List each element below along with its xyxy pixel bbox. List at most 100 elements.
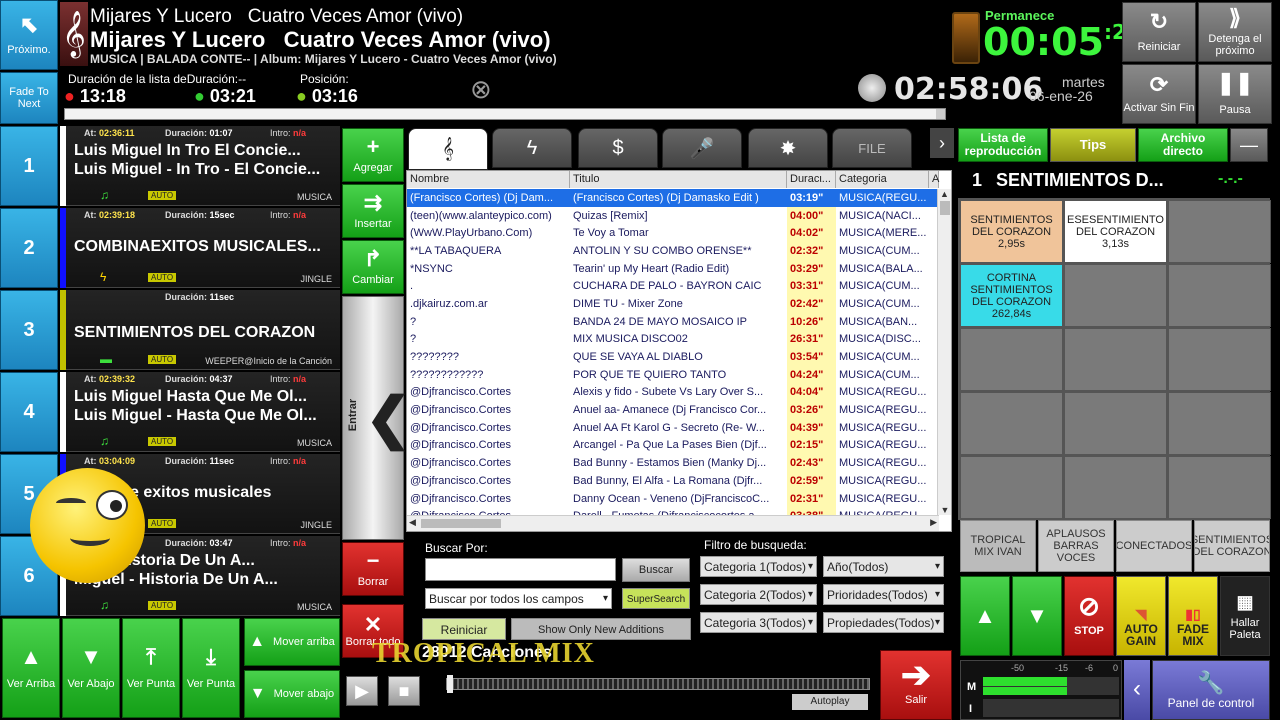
collapse-button[interactable]: ‹ bbox=[1124, 660, 1150, 720]
col-header-year[interactable]: A bbox=[929, 171, 939, 188]
archive-button[interactable]: Archivo directo bbox=[1138, 128, 1228, 162]
palette-button[interactable]: ▦ Hallar Paleta bbox=[1220, 576, 1270, 656]
supersearch-button[interactable]: SuperSearch bbox=[622, 588, 690, 609]
playlist-button[interactable]: Lista de reproducción bbox=[958, 128, 1048, 162]
play-button[interactable]: ▶ bbox=[346, 676, 378, 706]
stop-player-button[interactable]: ■ bbox=[388, 676, 420, 706]
playlist-slot[interactable]: At: 02:36:11 Duración: 01:07 Intro: n/a Lui… bbox=[60, 126, 340, 206]
library-row[interactable]: @Djfrancisco.Cortes Bad Bunny, El Alfa - … bbox=[407, 472, 939, 490]
vertical-scrollbar[interactable]: ▲ ▼ bbox=[937, 189, 951, 515]
cart-slot[interactable] bbox=[1168, 264, 1271, 327]
slot-number-3[interactable]: 3 bbox=[0, 290, 58, 370]
library-row[interactable]: @Djfrancisco.Cortes Anuel aa- Amanece (Dj… bbox=[407, 401, 939, 419]
music-tab[interactable]: 𝄞 bbox=[408, 128, 488, 170]
cart-slot[interactable] bbox=[1064, 264, 1167, 327]
cart-slot[interactable] bbox=[1064, 392, 1167, 455]
category2-select[interactable]: Categoria 2(Todos) bbox=[700, 584, 817, 605]
cart-down-button[interactable]: ▼ bbox=[1012, 576, 1062, 656]
playlist-slot[interactable]: At: 02:39:18 Duración: 15sec Intro: n/a COM… bbox=[60, 208, 340, 288]
category3-select[interactable]: Categoria 3(Todos) bbox=[700, 612, 817, 633]
library-row[interactable]: .djkairuz.com.ar DIME TU - Mixer Zone 02:4… bbox=[407, 295, 939, 313]
change-button[interactable]: ↱ Cambiar bbox=[342, 240, 404, 294]
fademix-button[interactable]: ▮▯ FADE MIX bbox=[1168, 576, 1218, 656]
voice-tab[interactable]: 🎤 bbox=[662, 128, 742, 168]
col-header-title[interactable]: Titulo bbox=[570, 171, 787, 188]
horizontal-scrollbar[interactable]: ◀ ▶ bbox=[407, 515, 939, 531]
view-bottom-button[interactable]: ⤓ Ver Punta bbox=[182, 618, 240, 718]
exit-button[interactable]: ➔ Salir bbox=[880, 650, 952, 720]
control-panel-button[interactable]: 🔧 Panel de control bbox=[1152, 660, 1270, 720]
cart-slot[interactable] bbox=[960, 456, 1063, 519]
cart-slot[interactable]: CORTINA SENTIMIENTOS DEL CORAZON 262,84s bbox=[960, 264, 1063, 327]
next-button[interactable]: ⬉ Próximo. bbox=[0, 0, 58, 70]
col-header-category[interactable]: Categoria bbox=[836, 171, 929, 188]
search-input[interactable] bbox=[425, 558, 616, 581]
cart-page-tab[interactable]: APLAUSOS BARRAS VOCES bbox=[1038, 520, 1114, 572]
effects-tab[interactable]: ✸ bbox=[748, 128, 828, 168]
library-row[interactable]: ? MIX MUSICA DISCO02 26:31" MUSICA(DISC... bbox=[407, 330, 939, 349]
seek-slider[interactable] bbox=[446, 675, 870, 693]
move-down-button[interactable]: ▼ Mover abajo bbox=[244, 670, 340, 718]
enter-button[interactable]: Entrar ❮ bbox=[342, 296, 412, 540]
slot-number-1[interactable]: 1 bbox=[0, 126, 58, 206]
properties-select[interactable]: Propiedades(Todos) bbox=[823, 612, 944, 633]
cart-slot[interactable] bbox=[960, 328, 1063, 391]
commercial-tab[interactable]: $ bbox=[578, 128, 658, 168]
search-mode-select[interactable]: Buscar por todos los campos bbox=[425, 588, 612, 609]
restart-search-button[interactable]: Reiniciar bbox=[422, 618, 506, 640]
col-header-name[interactable]: Nombre bbox=[407, 171, 570, 188]
autogain-button[interactable]: ◥ AUTO GAIN bbox=[1116, 576, 1166, 656]
library-row[interactable]: . CUCHARA DE PALO - BAYRON CAIC 03:31" MUSI… bbox=[407, 277, 939, 296]
move-up-button[interactable]: ▲ Mover arriba bbox=[244, 618, 340, 666]
library-row[interactable]: (Francisco Cortes) (Dj Dam... (Francisco … bbox=[407, 189, 939, 207]
view-up-button[interactable]: ▲ Ver Arriba bbox=[2, 618, 60, 718]
cart-page-tab[interactable]: TROPICAL MIX IVAN bbox=[960, 520, 1036, 572]
library-row[interactable]: (teen)(www.alanteypico.com) Quizas [Remix… bbox=[407, 206, 939, 225]
file-tab[interactable]: FILE bbox=[832, 128, 912, 168]
library-row[interactable]: ? BANDA 24 DE MAYO MOSAICO IP 10:26" MUSICA… bbox=[407, 312, 939, 331]
col-header-duration[interactable]: Duracι... bbox=[787, 171, 836, 188]
fade-to-next-button[interactable]: Fade To Next bbox=[0, 72, 58, 124]
cart-slot[interactable]: SENTIMIENTOS DEL CORAZON 2,95s bbox=[960, 200, 1063, 263]
priority-select[interactable]: Prioridades(Todos) bbox=[823, 584, 944, 605]
only-new-button[interactable]: Show Only New Additions bbox=[511, 618, 691, 640]
library-row[interactable]: **LA TABAQUERA ANTOLIN Y SU COMBO ORENSE*… bbox=[407, 242, 939, 260]
cart-slot[interactable] bbox=[1168, 328, 1271, 391]
library-row[interactable]: @Djfrancisco.Cortes Danny Ocean - Veneno … bbox=[407, 489, 939, 508]
year-select[interactable]: Año(Todos) bbox=[823, 556, 944, 577]
progress-bar[interactable] bbox=[64, 108, 946, 120]
no-connection-icon[interactable]: ⊗ bbox=[470, 74, 492, 105]
jingle-tab[interactable]: ϟ bbox=[492, 128, 572, 168]
delete-button[interactable]: − Borrar bbox=[342, 542, 404, 596]
cart-slot[interactable]: ESESENTIMIENTO DEL CORAZON 3,13s bbox=[1064, 200, 1167, 263]
cart-page-tab[interactable]: SENTIMIENTOS DEL CORAZON bbox=[1194, 520, 1270, 572]
autoplay-button[interactable]: Autoplay bbox=[792, 694, 868, 710]
library-row[interactable]: ???????????? POR QUE TE QUIERO TANTO 04:24… bbox=[407, 365, 939, 384]
more-button[interactable]: › bbox=[930, 128, 954, 158]
cart-slot[interactable] bbox=[1064, 328, 1167, 391]
library-row[interactable]: *NSYNC Tearin' up My Heart (Radio Edit) 03… bbox=[407, 259, 939, 278]
library-row[interactable]: ???????? QUE SE VAYA AL DIABLO 03:54" MUSIC… bbox=[407, 348, 939, 366]
cart-slot[interactable] bbox=[1168, 392, 1271, 455]
pause-button[interactable]: ❚❚ Pausa bbox=[1198, 64, 1272, 124]
search-button[interactable]: Buscar bbox=[622, 558, 690, 582]
activate-endless-button[interactable]: ⟳ Activar Sin Fin bbox=[1122, 64, 1196, 124]
slot-number-2[interactable]: 2 bbox=[0, 208, 58, 288]
stop-next-button[interactable]: ⟫ Detenga el próximo bbox=[1198, 2, 1272, 62]
slot-number-4[interactable]: 4 bbox=[0, 372, 58, 452]
cart-page-tab[interactable]: CONECTADOS bbox=[1116, 520, 1192, 572]
library-row[interactable]: @Djfrancisco.Cortes Alexis y fido - Subet… bbox=[407, 383, 939, 402]
playlist-slot[interactable]: At: 02:39:32 Duración: 04:37 Intro: n/a Lui… bbox=[60, 372, 340, 452]
seek-handle[interactable] bbox=[447, 675, 453, 693]
playlist-slot[interactable]: Duración: 11sec SENTIMIENTOS DEL CORAZON ▬… bbox=[60, 290, 340, 370]
stop-button[interactable]: ⊘ STOP bbox=[1064, 576, 1114, 656]
cart-slot[interactable] bbox=[960, 392, 1063, 455]
restart-button[interactable]: ↻ Reiniciar bbox=[1122, 2, 1196, 62]
tips-button[interactable]: Tips bbox=[1050, 128, 1136, 162]
library-row[interactable]: @Djfrancisco.Cortes Bad Bunny - Estamos B… bbox=[407, 454, 939, 472]
cart-slot[interactable] bbox=[1168, 456, 1271, 519]
library-row[interactable]: @Djfrancisco.Cortes Anuel AA Ft Karol G -… bbox=[407, 418, 939, 437]
insert-button[interactable]: ⇉ Insertar bbox=[342, 184, 404, 238]
cart-slot[interactable] bbox=[1064, 456, 1167, 519]
cart-up-button[interactable]: ▲ bbox=[960, 576, 1010, 656]
